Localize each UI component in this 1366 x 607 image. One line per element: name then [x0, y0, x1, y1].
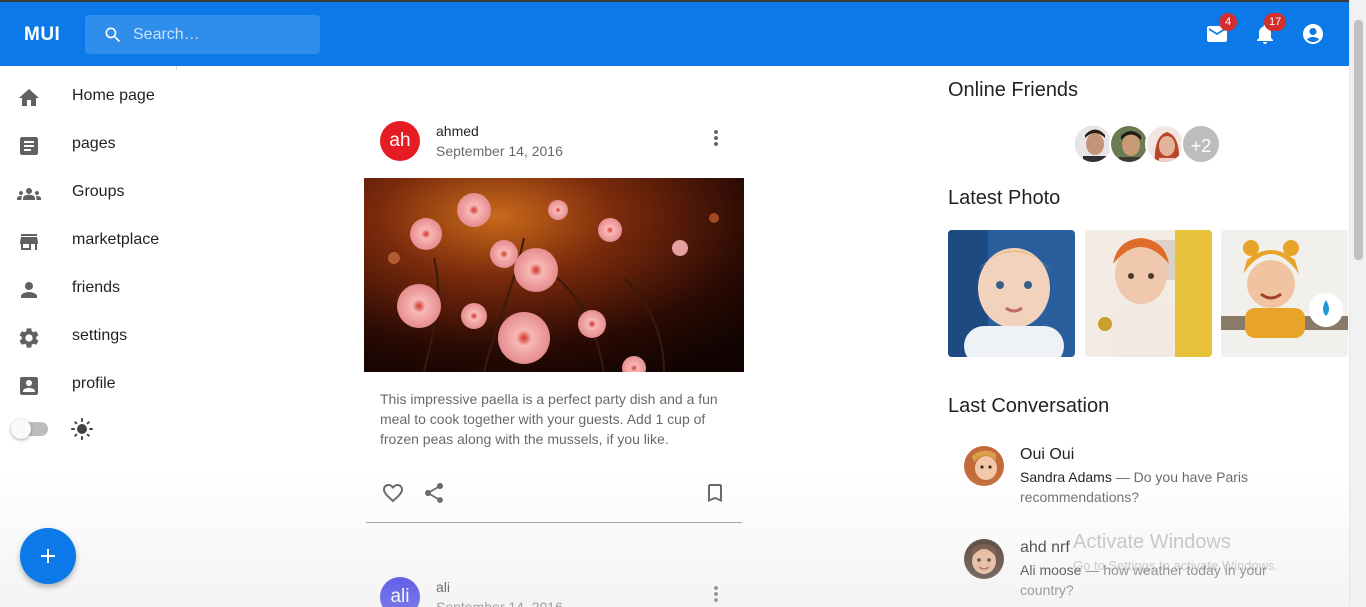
activate-windows-subtitle: Go to Settings to activate Windows.	[1073, 558, 1279, 573]
post-image[interactable]	[364, 178, 744, 372]
post-card: ali ali September 14, 2016	[364, 520, 744, 607]
search-box[interactable]: Search…	[85, 15, 320, 54]
notifications-button[interactable]: 17	[1253, 13, 1287, 46]
bookmark-icon[interactable]	[703, 481, 727, 505]
conversation-preview: Sandra Adams — Do you have Paris recomme…	[1020, 467, 1290, 507]
account-button[interactable]	[1301, 22, 1325, 46]
scrollbar-thumb[interactable]	[1354, 20, 1363, 260]
sidebar-item-label: friends	[72, 279, 121, 296]
sidebar-divider	[176, 66, 177, 70]
conversation-sender: Sandra Adams	[1020, 469, 1112, 485]
friend-photo	[1075, 126, 1111, 162]
brand-logo[interactable]: MUI	[24, 24, 60, 46]
baby-photo	[1221, 230, 1348, 357]
sidebar-item-label: pages	[72, 135, 116, 152]
post-author: ali	[436, 579, 451, 595]
sidebar-item-pages[interactable]: pages	[0, 121, 176, 169]
mail-badge: 4	[1219, 13, 1237, 31]
theme-switch[interactable]	[11, 419, 48, 439]
post-date: September 14, 2016	[436, 143, 563, 159]
conversation-name: Oui Oui	[1020, 446, 1075, 463]
list-item[interactable]: Oui Oui Sandra Adams — Do you have Paris…	[948, 441, 1358, 511]
search-input[interactable]: Search…	[133, 26, 200, 44]
avatar[interactable]: ah	[380, 121, 420, 161]
sidebar-item-marketplace[interactable]: marketplace	[0, 217, 176, 265]
rightbar: Online Friends +2 Latest Photo Last Conv…	[931, 66, 1366, 607]
sidebar-item-home[interactable]: Home page	[0, 73, 176, 121]
sidebar: Home page pages Groups marketplace frien…	[0, 66, 176, 607]
sidebar-item-groups[interactable]: Groups	[0, 169, 176, 217]
post-text: This impressive paella is a perfect part…	[380, 391, 718, 447]
sidebar-item-settings[interactable]: settings	[0, 313, 176, 361]
gallery-photo[interactable]	[948, 230, 1075, 357]
friend-photo	[1111, 126, 1147, 162]
contact-photo	[964, 539, 1004, 579]
light-mode-icon	[71, 418, 93, 440]
baby-photo	[1085, 230, 1212, 357]
search-icon	[105, 27, 121, 43]
sidebar-item-label: Home page	[72, 87, 155, 104]
gear-icon	[19, 328, 39, 348]
notifications-badge: 17	[1264, 13, 1287, 31]
sidebar-item-friends[interactable]: friends	[0, 265, 176, 313]
sidebar-item-label: Groups	[72, 183, 125, 200]
post-author: ahmed	[436, 123, 479, 139]
app-bar: MUI Search… 4 17	[0, 0, 1366, 66]
add-button[interactable]	[20, 528, 76, 584]
friend-photo	[1147, 126, 1183, 162]
heart-icon[interactable]	[381, 481, 405, 505]
sidebar-item-profile[interactable]: profile	[0, 361, 176, 409]
avatar[interactable]	[1145, 124, 1185, 164]
add-icon	[41, 549, 55, 563]
more-vert-icon[interactable]	[704, 126, 728, 150]
sidebar-item-label: profile	[72, 375, 116, 392]
last-conversation-title: Last Conversation	[948, 395, 1110, 417]
conversation-name: ahd nrf	[1020, 539, 1070, 556]
article-icon	[20, 137, 38, 155]
sidebar-item-label: settings	[72, 327, 128, 344]
activate-windows-title: Activate Windows	[1073, 531, 1231, 553]
post-date: September 14, 2016	[436, 599, 563, 607]
switch-knob[interactable]	[11, 419, 31, 439]
scrollbar[interactable]	[1349, 0, 1366, 607]
more-vert-icon[interactable]	[704, 582, 728, 606]
online-friends-title: Online Friends	[948, 79, 1079, 101]
flower-photo	[364, 178, 744, 372]
post-card: ah ahmed September 14, 2016 This impress…	[364, 66, 744, 526]
account-circle-icon	[1303, 24, 1323, 44]
baby-photo	[948, 230, 1075, 357]
share-icon[interactable]	[422, 481, 446, 505]
groups-icon	[17, 188, 41, 200]
avatar[interactable]: ali	[380, 577, 420, 607]
mail-button[interactable]: 4	[1205, 13, 1237, 46]
sidebar-item-label: marketplace	[72, 231, 160, 248]
avatar[interactable]	[1109, 124, 1149, 164]
latest-photo-title: Latest Photo	[948, 187, 1061, 209]
gallery-photo[interactable]	[1221, 230, 1348, 357]
account-box-icon	[20, 377, 38, 395]
avatar	[964, 539, 1004, 579]
person-icon	[21, 282, 37, 298]
more-friends-count[interactable]: +2	[1181, 124, 1221, 164]
gallery-photo[interactable]	[1085, 230, 1212, 357]
storefront-icon	[20, 234, 38, 250]
avatar[interactable]	[1073, 124, 1113, 164]
contact-photo	[964, 446, 1004, 486]
avatar	[964, 446, 1004, 486]
home-icon	[19, 89, 39, 106]
